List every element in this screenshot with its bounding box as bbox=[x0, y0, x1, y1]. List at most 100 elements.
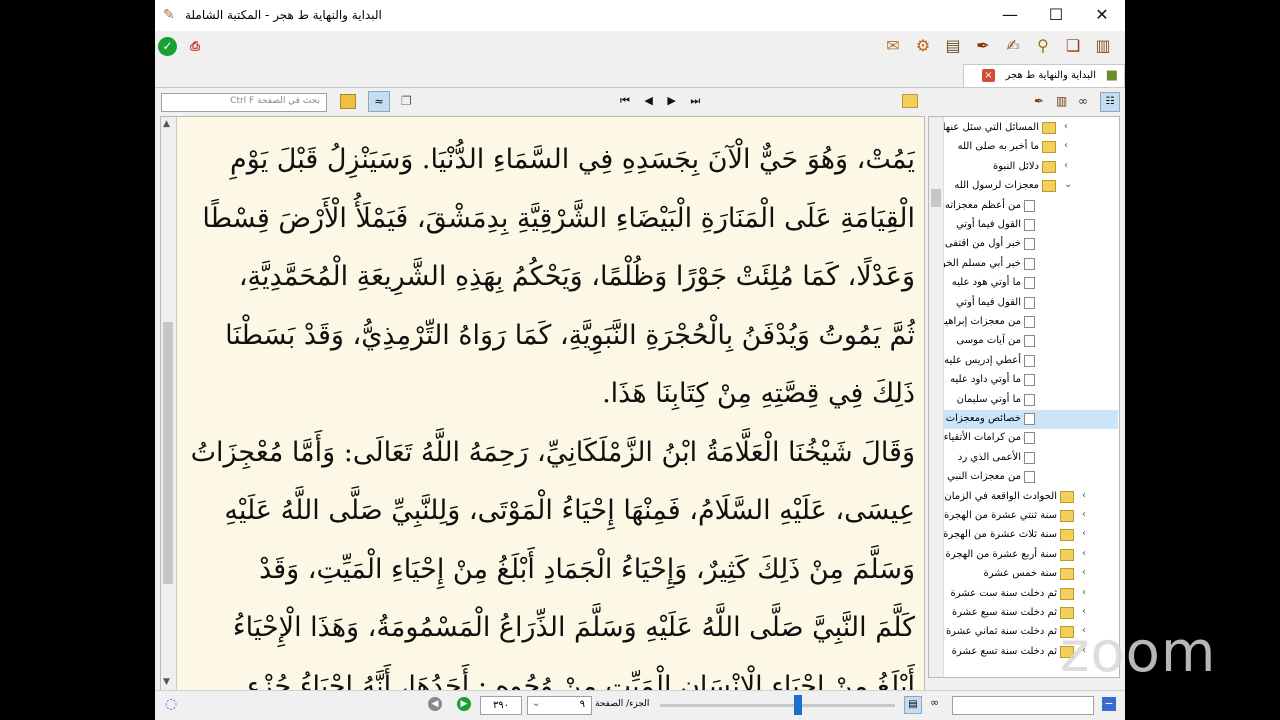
document-icon bbox=[1024, 354, 1035, 367]
tree-item[interactable]: ما أوتي داود عليه bbox=[944, 371, 1118, 390]
book-text: يَمُتْ، وَهُوَ حَيٌّ الْآنَ بِجَسَدِهِ ف… bbox=[185, 131, 915, 691]
tree-item[interactable]: ما أوتي سليمان bbox=[944, 391, 1118, 410]
tree-item[interactable]: من أعظم معجزاته bbox=[944, 197, 1118, 216]
open-book-icon[interactable]: ❏ bbox=[1062, 35, 1084, 57]
tree-item[interactable]: ما أخبر به صلى الله › bbox=[944, 138, 1118, 157]
maximize-button[interactable]: ☐ bbox=[1033, 0, 1079, 31]
search-icon[interactable]: ⚲ bbox=[1032, 35, 1054, 57]
text-line: ثُمَّ يَمُوتُ وَيُدْفَنُ بِالْحُجْرَةِ ا… bbox=[225, 319, 915, 351]
page-slider[interactable] bbox=[660, 695, 895, 715]
tree-item[interactable]: من معجزات النبي bbox=[944, 468, 1118, 487]
tree-item[interactable]: القول فيما أوتي bbox=[944, 294, 1118, 313]
tab-close-icon[interactable]: × bbox=[982, 69, 995, 82]
library-icon[interactable]: ▥ bbox=[1092, 35, 1114, 57]
gear-icon[interactable]: ⚙ bbox=[912, 35, 934, 57]
folder-icon bbox=[1042, 160, 1056, 173]
back-icon[interactable]: ◀ bbox=[428, 697, 442, 711]
tree-item[interactable]: الأعمى الذي رد bbox=[944, 449, 1118, 468]
tree-item[interactable]: القول فيما أوتي bbox=[944, 216, 1118, 235]
chevron-icon[interactable]: › bbox=[1064, 160, 1068, 171]
document-icon bbox=[1024, 257, 1035, 270]
books-icon[interactable]: ▥ bbox=[1056, 94, 1067, 108]
envelope-icon[interactable]: ✉ bbox=[882, 35, 904, 57]
pdf-icon[interactable]: ⎙ bbox=[184, 35, 206, 57]
tree-scroll-thumb[interactable] bbox=[931, 189, 941, 207]
index-search-input[interactable] bbox=[952, 696, 1094, 715]
document-icon bbox=[1024, 219, 1035, 231]
tree-item[interactable]: المسائل التي سئل عنها › bbox=[944, 119, 1118, 138]
document-icon bbox=[1024, 238, 1035, 251]
tree-item[interactable]: سنة خمس عشرة › bbox=[944, 565, 1118, 584]
tree-item[interactable]: من معجزات إبراهيم bbox=[944, 313, 1118, 332]
copy-icon[interactable]: ❐ bbox=[401, 94, 412, 108]
tree-item-label: القول فيما أوتي bbox=[955, 219, 1021, 230]
search-input[interactable]: بحث في الصفحة Ctrl F bbox=[161, 93, 327, 112]
tree-item[interactable]: معجزات لرسول الله ⌄ bbox=[944, 177, 1118, 196]
binoculars-search-icon[interactable]: ∞ bbox=[930, 696, 939, 709]
folder-icon bbox=[1060, 607, 1074, 619]
tree-item[interactable]: خصائص ومعجزات bbox=[944, 410, 1118, 429]
text-line: ذَلِكَ فِي قِصَّتِهِ مِنْ كِتَابِنَا هَذ… bbox=[602, 378, 915, 409]
tree-item[interactable]: سنة ثنتي عشرة من الهجرة › bbox=[944, 507, 1118, 526]
chevron-icon[interactable]: › bbox=[1082, 606, 1086, 617]
tree-item[interactable]: خبر أبي مسلم الخولاني bbox=[944, 255, 1118, 274]
text-line: كَلَّمَ النَّبِيَّ صَلَّى اللَّهُ عَلَيْ… bbox=[232, 612, 915, 643]
scroll-down-icon[interactable]: ▼ bbox=[163, 677, 170, 687]
reader-scrollbar[interactable]: ▲ ▼ bbox=[161, 117, 177, 691]
go-icon[interactable]: ▶ bbox=[457, 697, 471, 711]
tree-view-icon[interactable]: ☷ bbox=[1100, 92, 1120, 112]
window-title: البداية والنهاية ط هجر - المكتبة الشاملة bbox=[185, 8, 382, 22]
prev-page-button[interactable]: ◀ bbox=[644, 94, 652, 107]
volume-select[interactable]: ⌄ ٩ bbox=[527, 696, 592, 715]
check-icon[interactable]: ✓ bbox=[158, 37, 177, 56]
tree-item-label: من معجزات النبي bbox=[947, 471, 1021, 483]
binoculars-icon[interactable]: ∞ bbox=[1078, 94, 1088, 108]
pen-icon[interactable]: ✒ bbox=[1034, 94, 1044, 108]
tree-scrollbar[interactable] bbox=[929, 117, 944, 677]
tree-item[interactable]: ثم دخلت سنة ست عشرة › bbox=[944, 585, 1118, 604]
tree-item[interactable]: من آيات موسى bbox=[944, 332, 1118, 351]
comment-icon[interactable]: ◌ bbox=[165, 696, 177, 712]
scroll-up-icon[interactable]: ▲ bbox=[163, 119, 170, 129]
minimize-button[interactable]: — bbox=[987, 0, 1033, 31]
reader-pane[interactable]: ▲ ▼ يَمُتْ، وَهُوَ حَيٌّ الْآنَ بِجَسَدِ… bbox=[160, 116, 925, 692]
tab-book[interactable]: ■ البداية والنهاية ط هجر × bbox=[963, 64, 1125, 87]
close-button[interactable]: ✕ bbox=[1079, 0, 1125, 31]
next-page-button[interactable]: ▶ bbox=[667, 94, 675, 107]
minus-icon[interactable]: − bbox=[1102, 697, 1116, 711]
page-number-input[interactable]: ٣٩٠ bbox=[480, 696, 522, 715]
tree-item[interactable]: دلائل النبوة › bbox=[944, 158, 1118, 177]
index-tree[interactable]: المسائل التي سئل عنها › ما أخبر به صلى الل… bbox=[928, 116, 1120, 678]
edit-icon[interactable]: ✍ bbox=[1002, 35, 1024, 57]
chevron-icon[interactable]: › bbox=[1082, 587, 1086, 598]
chevron-icon[interactable]: › bbox=[1064, 121, 1068, 132]
chevron-icon[interactable]: › bbox=[1082, 548, 1086, 559]
chevron-icon[interactable]: › bbox=[1082, 528, 1086, 539]
tree-item[interactable]: أعطي إدريس عليه bbox=[944, 352, 1118, 371]
last-page-button[interactable]: ⏭ bbox=[690, 94, 700, 107]
quill-icon[interactable]: ✒ bbox=[972, 35, 994, 57]
folder-icon bbox=[1042, 122, 1056, 134]
first-page-button[interactable]: ⏮ bbox=[620, 94, 630, 107]
chevron-icon[interactable]: › bbox=[1082, 567, 1086, 578]
tree-item[interactable]: سنة ثلاث عشرة من الهجرة › bbox=[944, 526, 1118, 545]
scroll-thumb[interactable] bbox=[163, 322, 173, 584]
list-view-icon[interactable]: ▤ bbox=[904, 696, 922, 714]
tree-item[interactable]: خبر أول من اقتفى bbox=[944, 235, 1118, 254]
tree-item[interactable]: ما أوتي هود عليه bbox=[944, 274, 1118, 293]
chevron-icon[interactable]: › bbox=[1082, 509, 1086, 520]
folder-icon[interactable] bbox=[902, 94, 918, 108]
chevron-icon[interactable]: › bbox=[1082, 490, 1086, 501]
card-icon[interactable]: ▤ bbox=[942, 35, 964, 57]
page-navigation: ⏮ ◀ ▶ ⏭ bbox=[620, 94, 711, 108]
tree-item[interactable]: من كرامات الأتقياء bbox=[944, 429, 1118, 448]
slider-knob[interactable] bbox=[793, 695, 802, 715]
harakat-toggle-icon[interactable]: ≈ bbox=[368, 91, 390, 112]
folder-icon bbox=[1060, 587, 1074, 600]
chevron-icon[interactable]: › bbox=[1064, 140, 1068, 151]
note-icon[interactable] bbox=[340, 94, 356, 109]
text-line: الْقِيَامَةِ عَلَى الْمَنَارَةِ الْبَيْض… bbox=[202, 202, 915, 234]
tree-item[interactable]: الحوادث الواقعة في الزمان › bbox=[944, 488, 1118, 507]
tree-item[interactable]: سنة أربع عشرة من الهجرة › bbox=[944, 546, 1118, 565]
chevron-icon[interactable]: ⌄ bbox=[1064, 179, 1072, 190]
